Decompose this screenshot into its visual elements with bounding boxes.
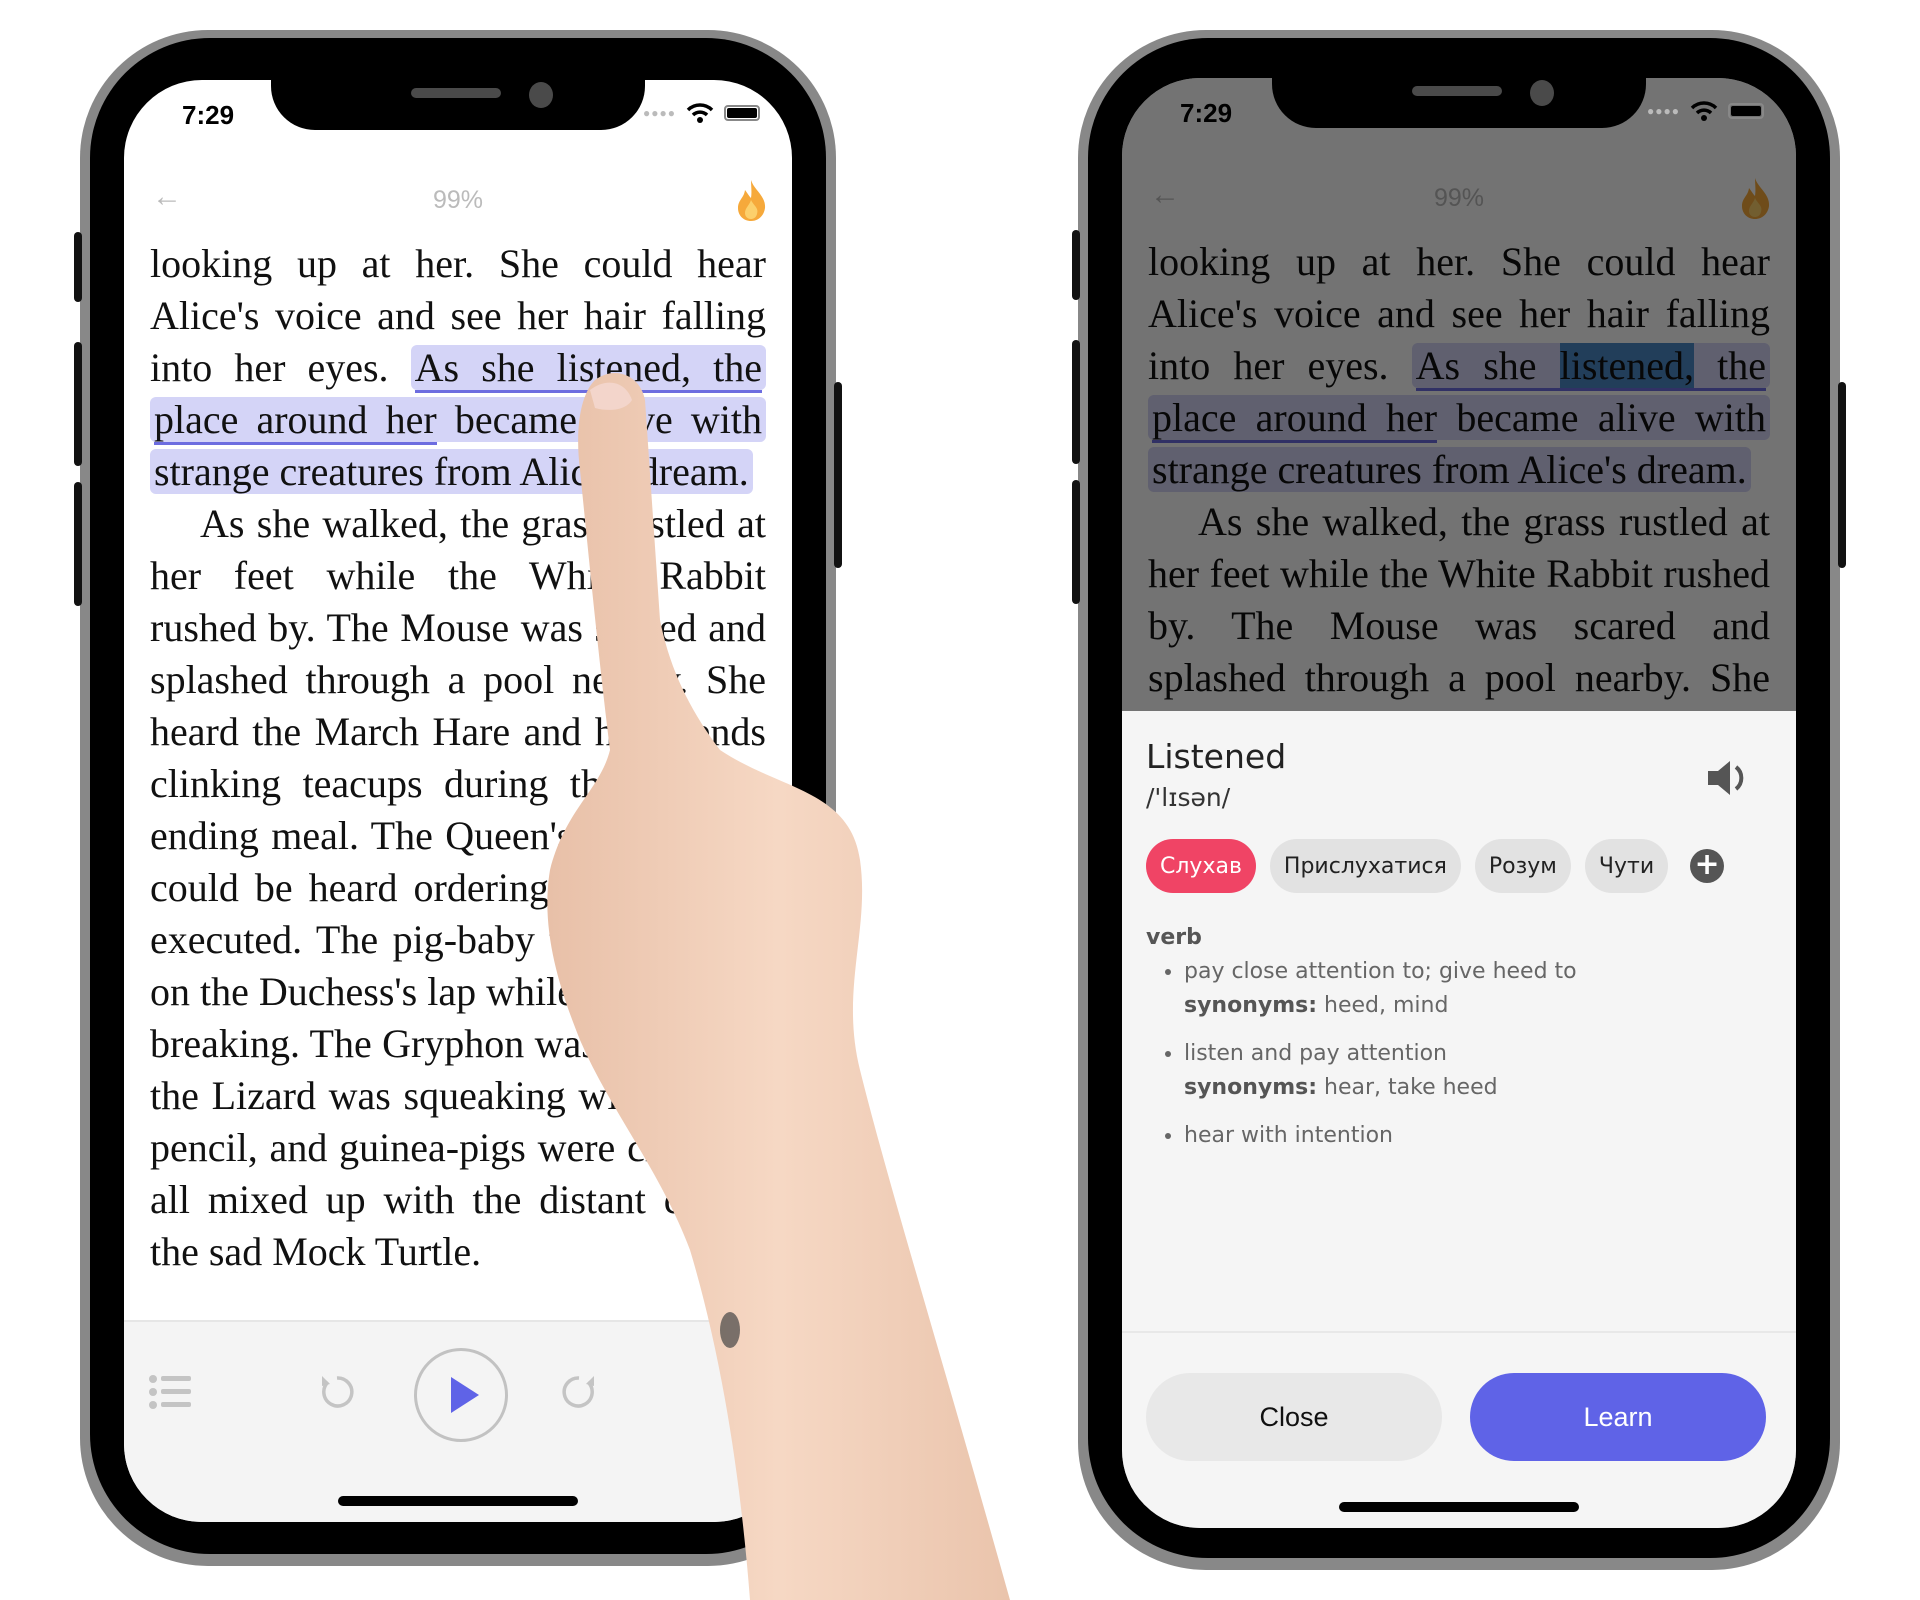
reader-screen-dictionary: 7:29 ●●●● ← 99% looking up at her. She c…	[1122, 78, 1796, 1528]
volume-down-button	[1072, 480, 1080, 604]
status-icons: ●●●●	[1647, 100, 1764, 122]
translation-chip[interactable]: Розум	[1474, 839, 1571, 893]
definition-item: pay close attention to; give heed tosyno…	[1184, 955, 1766, 1023]
phone-frame-right: 7:29 ●●●● ← 99% looking up at her. She c…	[1072, 30, 1846, 1570]
play-icon[interactable]	[414, 1348, 508, 1442]
wifi-icon	[1690, 101, 1718, 121]
reader-topbar: ← 99%	[124, 178, 792, 222]
close-button[interactable]: Close	[1146, 1373, 1442, 1461]
flame-icon[interactable]	[734, 178, 768, 222]
mute-switch	[1072, 230, 1080, 300]
definition-item: listen and pay attentionsynonyms: hear, …	[1184, 1037, 1766, 1105]
translation-chip[interactable]: Слухав	[1146, 839, 1256, 893]
signal-icon: ●●●●	[643, 106, 676, 120]
speaker-icon[interactable]	[1704, 755, 1750, 801]
translation-chips: Слухав Прислухатися Розум Чути +	[1146, 839, 1725, 893]
hand-pointer-image	[547, 372, 1010, 1600]
phonetic: /'lɪsən/	[1146, 783, 1231, 812]
mute-switch	[74, 232, 82, 302]
reading-progress: 99%	[432, 186, 484, 214]
home-indicator	[1339, 1502, 1579, 1512]
translation-chip[interactable]: Чути	[1584, 839, 1669, 893]
battery-icon	[724, 105, 760, 121]
notch	[271, 80, 645, 130]
part-of-speech: verb	[1146, 925, 1202, 950]
rewind-icon[interactable]	[318, 1370, 356, 1412]
notch	[1272, 78, 1646, 128]
status-time: 7:29	[1180, 98, 1233, 128]
volume-down-button	[74, 482, 82, 606]
plus-icon[interactable]: +	[1690, 849, 1725, 883]
dictionary-sheet: Listened /'lɪsən/ Слухав Прислухатися Ро…	[1122, 711, 1796, 1528]
definition-item: hear with intention	[1184, 1119, 1766, 1153]
status-icons: ●●●●	[643, 102, 760, 124]
dictionary-word: Listened	[1146, 737, 1287, 776]
wifi-icon	[686, 103, 714, 123]
list-icon[interactable]	[148, 1374, 192, 1410]
definitions-list: pay close attention to; give heed tosyno…	[1162, 955, 1766, 1167]
status-time: 7:29	[182, 100, 235, 130]
volume-up-button	[74, 342, 82, 466]
learn-button[interactable]: Learn	[1470, 1373, 1766, 1461]
divider	[1122, 1331, 1796, 1333]
volume-up-button	[1072, 340, 1080, 464]
battery-icon	[1728, 103, 1764, 119]
translation-chip[interactable]: Прислухатися	[1269, 839, 1461, 893]
power-button	[1838, 382, 1846, 568]
signal-icon: ●●●●	[1647, 104, 1680, 118]
